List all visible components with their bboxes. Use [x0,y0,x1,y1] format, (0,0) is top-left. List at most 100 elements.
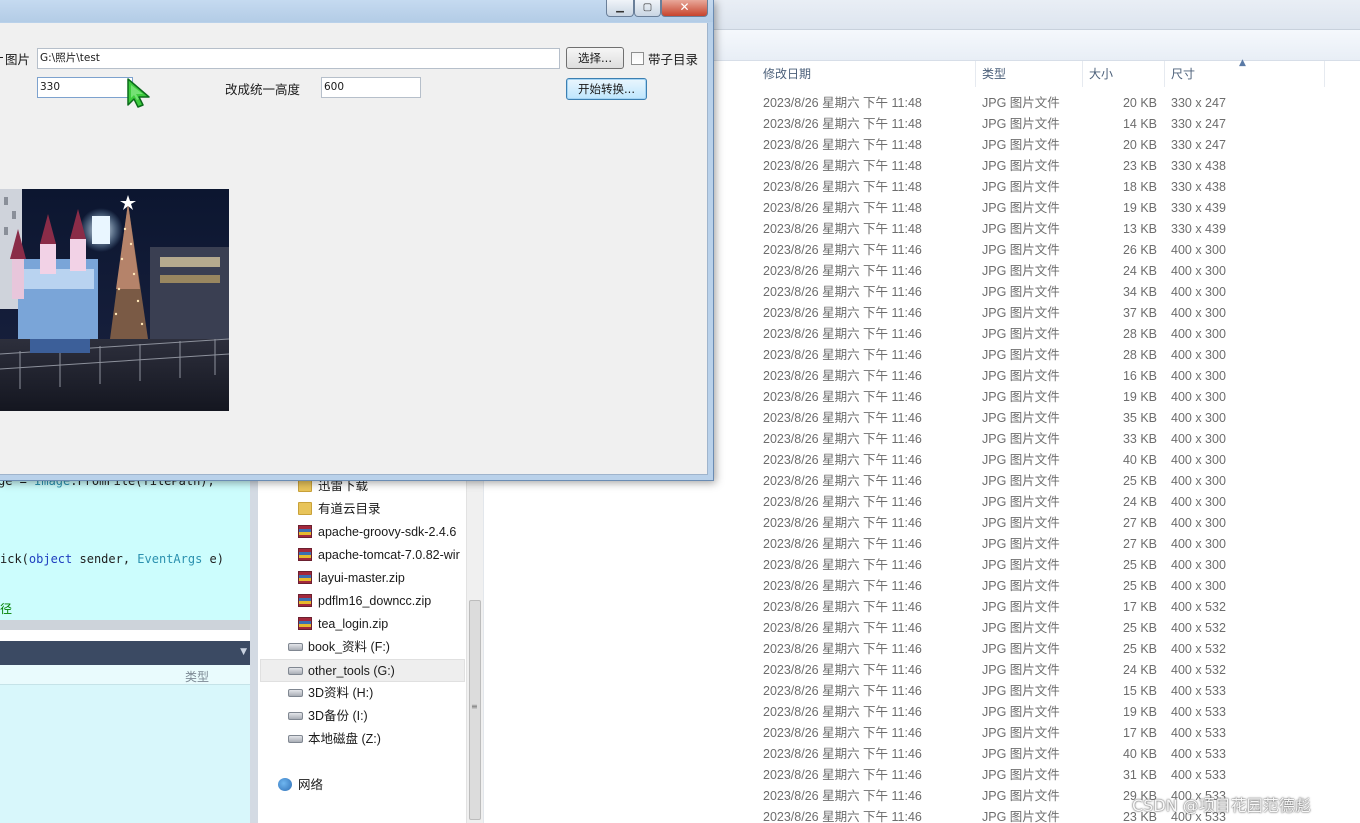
minimize-button[interactable]: ▁ [606,0,634,17]
file-type: JPG 图片文件 [982,96,1060,110]
maximize-icon: ▢ [642,2,653,13]
file-date: 2023/8/26 星期六 下午 11:46 [763,642,922,656]
column-date[interactable]: 修改日期 [757,61,976,87]
file-type: JPG 图片文件 [982,789,1060,803]
file-date: 2023/8/26 星期六 下午 11:46 [763,768,922,782]
file-date: 2023/8/26 星期六 下午 11:46 [763,474,922,488]
browse-button[interactable]: 选择... [566,47,624,69]
table-row[interactable]: JPGIMG_20150508_122719.jpg2023/8/26 星期六 … [484,534,1360,555]
file-size: 40 KB [1122,453,1157,467]
file-dimensions: 330 x 247 [1171,96,1226,110]
close-button[interactable]: ✕ [661,0,708,17]
file-date: 2023/8/26 星期六 下午 11:46 [763,600,922,614]
file-size: 14 KB [1122,117,1157,131]
tool-panel: 类型 [0,665,250,823]
mouse-cursor-icon [127,78,150,108]
dialog-titlebar[interactable]: ▁ ▢ ✕ [0,0,713,22]
file-date: 2023/8/26 星期六 下午 11:48 [763,96,922,110]
subdir-checkbox[interactable] [631,52,644,65]
file-date: 2023/8/26 星期六 下午 11:48 [763,117,922,131]
file-type: JPG 图片文件 [982,411,1060,425]
file-type: JPG 图片文件 [982,369,1060,383]
table-row[interactable]: JPGIMG_20150217_193014.jpg2023/8/26 星期六 … [484,492,1360,513]
table-row[interactable]: JPG20230826114420_020.jpg2023/8/26 星期六 下… [484,618,1360,639]
file-date: 2023/8/26 星期六 下午 11:46 [763,411,922,425]
label-fragment [0,57,3,58]
table-row[interactable]: JPGIMG_20141116_182212.jpg-600.jpg2023/8… [484,702,1360,723]
table-row[interactable]: JPG20230826114559_580.jpg2023/8/26 星期六 下… [484,660,1360,681]
file-dimensions: 400 x 533 [1171,726,1226,740]
table-row[interactable]: JPG20230826114049_573.jpg2023/8/26 星期六 下… [484,597,1360,618]
pane-divider[interactable] [250,478,258,823]
nav-scrollbar[interactable]: ≡ [466,470,483,823]
height-input[interactable]: 600 [321,77,421,98]
file-date: 2023/8/26 星期六 下午 11:46 [763,390,922,404]
nav-item-label: tea_login.zip [318,617,389,631]
table-row[interactable]: JPGIMG_20141116_181812.jpg-600.jpg2023/8… [484,681,1360,702]
file-dimensions: 400 x 300 [1171,474,1226,488]
code-editor[interactable]: ge = Image.FromFile(filePath); ick(objec… [0,474,250,620]
table-row[interactable]: JPGIMG_20150508_122730.jpg2023/8/26 星期六 … [484,555,1360,576]
file-dimensions: 400 x 532 [1171,621,1226,635]
file-type: JPG 图片文件 [982,117,1060,131]
table-row[interactable]: JPGIMG_20141116_182221.jpg-600.jpg2023/8… [484,723,1360,744]
file-date: 2023/8/26 星期六 下午 11:48 [763,222,922,236]
table-row[interactable]: JPG20230826114535_645.jpg2023/8/26 星期六 下… [484,639,1360,660]
file-size: 15 KB [1122,684,1157,698]
file-date: 2023/8/26 星期六 下午 11:46 [763,243,922,257]
archive-icon [298,617,312,630]
file-type: JPG 图片文件 [982,327,1060,341]
file-date: 2023/8/26 星期六 下午 11:48 [763,180,922,194]
nav-item-label: 网络 [298,778,324,792]
file-size: 20 KB [1122,96,1157,110]
file-date: 2023/8/26 星期六 下午 11:46 [763,810,922,823]
file-size: 19 KB [1122,390,1157,404]
file-date: 2023/8/26 星期六 下午 11:46 [763,432,922,446]
column-size[interactable]: 大小 [1083,61,1165,87]
file-date: 2023/8/26 星期六 下午 11:46 [763,726,922,740]
file-list-header: 修改日期 类型 大小 尺寸 [710,61,1360,87]
nav-item-label: pdflm16_downcc.zip [318,594,432,608]
table-row[interactable]: JPGIMG_20141122_092452.jpg-600.jpg2023/8… [484,765,1360,786]
file-size: 16 KB [1122,369,1157,383]
file-type: JPG 图片文件 [982,159,1060,173]
file-type: JPG 图片文件 [982,747,1060,761]
file-type: JPG 图片文件 [982,348,1060,362]
file-dimensions: 400 x 300 [1171,306,1226,320]
file-dimensions: 400 x 300 [1171,327,1226,341]
path-input[interactable]: G:\照片\test [37,48,560,69]
width-input[interactable]: 330 [37,77,133,98]
file-type: JPG 图片文件 [982,768,1060,782]
file-size: 27 KB [1122,537,1157,551]
explorer-titlebar [708,0,1360,30]
start-convert-button[interactable]: 开始转换... [566,78,647,100]
file-dimensions: 400 x 533 [1171,747,1226,761]
file-dimensions: 400 x 300 [1171,285,1226,299]
archive-icon [298,571,312,584]
maximize-button[interactable]: ▢ [634,0,661,17]
file-date: 2023/8/26 星期六 下午 11:46 [763,516,922,530]
file-dimensions: 330 x 439 [1171,222,1226,236]
editor-splitter[interactable] [0,620,250,630]
file-date: 2023/8/26 星期六 下午 11:46 [763,264,922,278]
column-type[interactable]: 类型 [976,61,1083,87]
file-date: 2023/8/26 星期六 下午 11:46 [763,621,922,635]
file-dimensions: 400 x 532 [1171,663,1226,677]
file-dimensions: 400 x 300 [1171,558,1226,572]
table-row[interactable]: JPGIMG_20150508_122737.jpg2023/8/26 星期六 … [484,576,1360,597]
file-dimensions: 330 x 247 [1171,117,1226,131]
file-size: 28 KB [1122,348,1157,362]
archive-icon [298,525,312,538]
nav-item-label: apache-groovy-sdk-2.4.6 [318,525,457,539]
file-size: 25 KB [1122,474,1157,488]
file-size: 25 KB [1122,642,1157,656]
file-date: 2023/8/26 星期六 下午 11:46 [763,306,922,320]
nav-item-label: 有道云目录 [318,502,381,516]
table-row[interactable]: JPGIMG_20150508_122714.jpg2023/8/26 星期六 … [484,513,1360,534]
column-type-label[interactable]: 类型 [185,668,209,685]
dropdown-arrow-icon[interactable]: ▼ [240,647,247,657]
file-date: 2023/8/26 星期六 下午 11:46 [763,663,922,677]
table-row[interactable]: JPGIMG_20141122_092436.jpg-600.jpg2023/8… [484,744,1360,765]
minimize-icon: ▁ [616,2,624,13]
file-size: 13 KB [1122,222,1157,236]
